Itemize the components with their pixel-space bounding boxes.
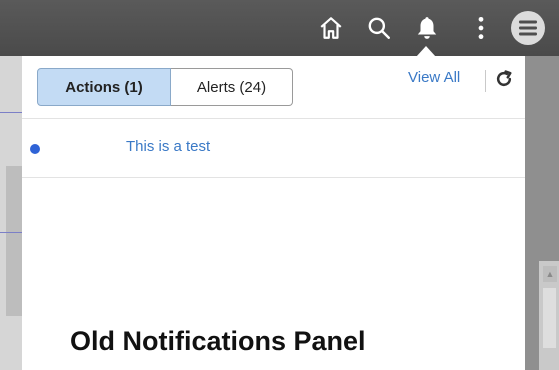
bell-icon[interactable] (412, 13, 442, 43)
refresh-icon[interactable] (493, 68, 515, 90)
background-page-left (0, 56, 22, 370)
panel-divider (22, 118, 525, 119)
hamburger-menu-icon[interactable] (510, 10, 546, 46)
home-icon[interactable] (316, 13, 346, 43)
tab-actions[interactable]: Actions (1) (37, 68, 171, 106)
search-icon[interactable] (364, 13, 394, 43)
notification-item[interactable]: This is a test (22, 122, 525, 176)
vertical-dots-icon[interactable] (466, 13, 496, 43)
header-separator (485, 70, 486, 92)
notification-tabs: Actions (1) Alerts (24) (37, 68, 293, 106)
notification-text[interactable]: This is a test (126, 138, 210, 155)
notifications-panel: Actions (1) Alerts (24) View All This is… (22, 56, 525, 370)
background-strip (6, 166, 22, 316)
unread-dot-icon (30, 144, 40, 154)
background-divider (0, 112, 22, 113)
panel-divider (22, 177, 525, 178)
background-page-right: ▲ (525, 56, 559, 370)
page-caption: Old Notifications Panel (70, 326, 366, 356)
top-banner (0, 0, 559, 56)
panel-pointer (416, 46, 436, 57)
background-divider (0, 232, 22, 233)
scroll-up-arrow-icon[interactable]: ▲ (543, 266, 557, 282)
view-all-link[interactable]: View All (408, 69, 460, 86)
tab-alerts[interactable]: Alerts (24) (171, 68, 293, 106)
scrollbar-thumb[interactable] (543, 288, 556, 348)
